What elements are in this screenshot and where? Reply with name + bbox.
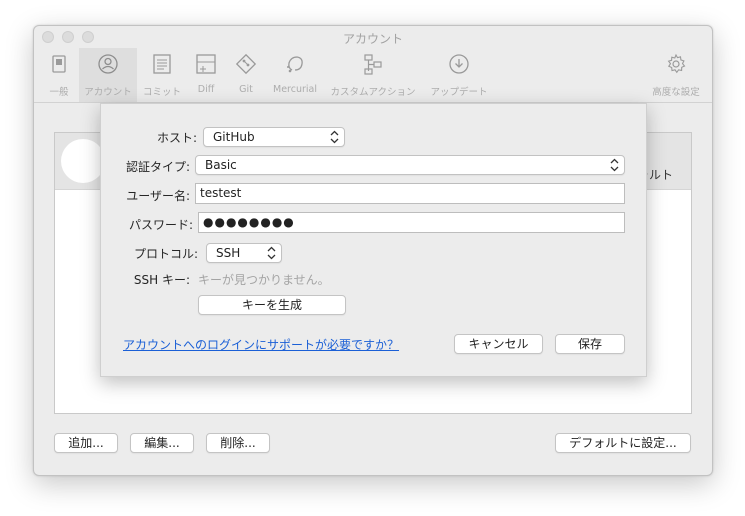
- tab-diff[interactable]: Diff: [189, 48, 223, 102]
- tab-commit[interactable]: コミット: [139, 48, 185, 102]
- protocol-popup-value: SSH: [216, 246, 241, 260]
- tab-updates-label: アップデート: [430, 87, 488, 98]
- ssh-key-status: キーが見つかりません。: [198, 273, 330, 287]
- window-title: アカウント: [342, 32, 403, 46]
- download-icon: [449, 54, 469, 74]
- diff-icon: [196, 54, 216, 74]
- updown-arrows-icon: [610, 158, 619, 172]
- preferences-toolbar: 一般 アカウント コミット Diff Git Mercurial カスタムアクシ…: [34, 48, 712, 103]
- save-button[interactable]: 保存: [555, 334, 625, 354]
- updown-arrows-icon: [267, 246, 276, 260]
- switch-icon: [52, 55, 66, 73]
- tab-git[interactable]: Git: [229, 48, 263, 102]
- cancel-button[interactable]: キャンセル: [454, 334, 543, 354]
- auth-type-label: 認証タイプ:: [125, 160, 190, 174]
- generate-key-button[interactable]: キーを生成: [198, 295, 346, 315]
- account-sheet: ホスト: GitHub 認証タイプ: Basic ユーザー名: testest …: [100, 103, 647, 377]
- tab-advanced-label: 高度な設定: [652, 87, 700, 98]
- add-account-button[interactable]: 追加...: [54, 433, 118, 453]
- tab-commit-label: コミット: [142, 87, 181, 98]
- ssh-key-label: SSH キー:: [133, 273, 190, 287]
- username-label: ユーザー名:: [126, 189, 190, 203]
- password-label: パスワード:: [128, 218, 193, 232]
- tab-accounts-label: アカウント: [84, 87, 132, 98]
- help-link[interactable]: アカウントへのログインにサポートが必要ですか？: [123, 336, 399, 353]
- host-popup-value: GitHub: [213, 130, 255, 144]
- protocol-label: プロトコル:: [133, 247, 198, 261]
- auth-type-popup-value: Basic: [205, 158, 237, 172]
- host-label: ホスト:: [156, 131, 197, 145]
- gear-icon: [667, 53, 686, 74]
- tab-git-label: Git: [239, 84, 253, 95]
- tab-updates[interactable]: アップデート: [426, 48, 492, 102]
- tab-mercurial-label: Mercurial: [273, 84, 317, 95]
- mercurial-icon: [287, 56, 303, 73]
- tab-advanced[interactable]: 高度な設定: [648, 48, 704, 102]
- protocol-popup[interactable]: SSH: [206, 243, 282, 263]
- tab-mercurial[interactable]: Mercurial: [268, 48, 322, 102]
- delete-account-button[interactable]: 削除...: [206, 433, 270, 453]
- host-popup[interactable]: GitHub: [203, 127, 345, 147]
- account-icon: [98, 54, 118, 74]
- flow-icon: [364, 54, 382, 75]
- tab-accounts[interactable]: アカウント: [79, 48, 137, 102]
- tab-diff-label: Diff: [197, 84, 215, 95]
- git-icon: [235, 53, 257, 75]
- username-field[interactable]: testest: [195, 183, 625, 204]
- title-bar: アカウント: [34, 26, 712, 48]
- tab-general-label: 一般: [49, 87, 69, 98]
- set-default-button[interactable]: デフォルトに設定...: [555, 433, 691, 453]
- updown-arrows-icon: [330, 130, 339, 144]
- password-field[interactable]: ●●●●●●●●: [198, 212, 625, 233]
- document-icon: [153, 54, 171, 74]
- tab-general[interactable]: 一般: [39, 48, 79, 102]
- edit-account-button[interactable]: 編集...: [130, 433, 194, 453]
- tab-custom-actions[interactable]: カスタムアクション: [326, 48, 420, 102]
- tab-custom-actions-label: カスタムアクション: [330, 87, 416, 98]
- avatar: [61, 139, 105, 183]
- auth-type-popup[interactable]: Basic: [195, 155, 625, 175]
